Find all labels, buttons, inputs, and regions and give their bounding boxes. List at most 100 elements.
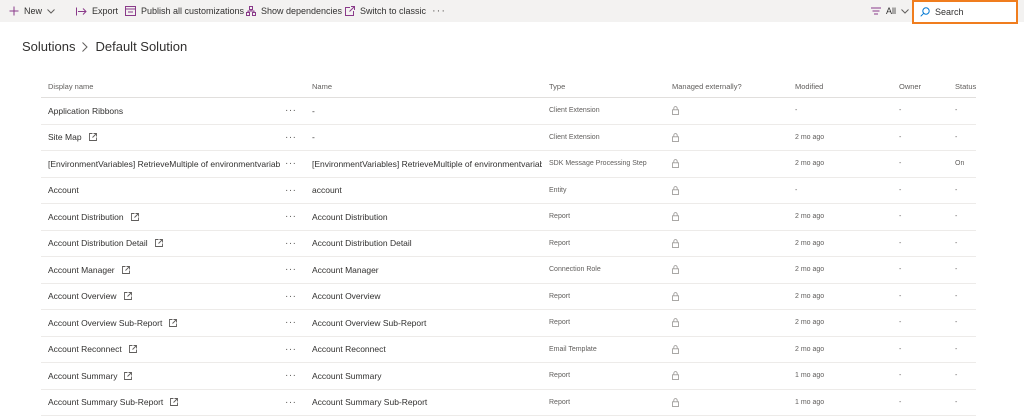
open-external-icon[interactable]: [131, 213, 139, 221]
open-external-icon[interactable]: [124, 372, 132, 380]
table-row[interactable]: Account Distribution ··· Account Distribut…: [41, 204, 976, 231]
owner-cell: -: [899, 390, 929, 416]
row-more-button[interactable]: ···: [285, 204, 301, 230]
row-more-button[interactable]: ···: [285, 178, 301, 204]
display-name-cell[interactable]: Account Manager: [48, 257, 280, 283]
new-button[interactable]: New: [9, 0, 55, 22]
row-more-button[interactable]: ···: [285, 125, 301, 151]
display-name-text[interactable]: Site Map: [48, 132, 82, 142]
managed-cell: [672, 125, 692, 151]
display-name-text[interactable]: Account Manager: [48, 265, 115, 275]
table-row[interactable]: Site Map···-Client Extension2 mo ago--: [41, 125, 976, 152]
display-name-cell[interactable]: Account Overview: [48, 284, 280, 310]
name-cell: -: [312, 125, 542, 151]
display-name-cell[interactable]: Site Map: [48, 125, 280, 151]
column-header-type[interactable]: Type: [549, 82, 565, 91]
type-cell: SDK Message Processing Step: [549, 151, 667, 177]
modified-cell: -: [795, 178, 875, 204]
search-input[interactable]: [935, 7, 1005, 17]
export-button[interactable]: Export: [76, 0, 118, 22]
display-name-text[interactable]: Account: [48, 185, 79, 195]
table-row[interactable]: Account Summary···Account SummaryReport1…: [41, 363, 976, 390]
display-name-cell[interactable]: Application Ribbons: [48, 98, 280, 124]
modified-cell: 2 mo ago: [795, 204, 875, 230]
column-header-display-name[interactable]: Display name: [48, 82, 93, 91]
row-more-button[interactable]: ···: [285, 151, 301, 177]
display-name-text[interactable]: Application Ribbons: [48, 106, 123, 116]
table-row[interactable]: [EnvironmentVariables] RetrieveMultiple …: [41, 151, 976, 178]
breadcrumb-solutions[interactable]: Solutions: [22, 39, 75, 54]
managed-cell: [672, 151, 692, 177]
row-more-button[interactable]: ···: [285, 257, 301, 283]
table-row[interactable]: Application Ribbons···-Client Extension-…: [41, 98, 976, 125]
open-external-icon[interactable]: [129, 345, 137, 353]
table-row[interactable]: Account Reconnect···Account ReconnectEma…: [41, 337, 976, 364]
open-external-icon[interactable]: [124, 292, 132, 300]
row-more-button[interactable]: ···: [285, 284, 301, 310]
dependencies-icon: [246, 6, 256, 16]
status-cell: -: [955, 125, 985, 151]
display-name-cell[interactable]: Account Reconnect: [48, 337, 280, 363]
status-cell: -: [955, 310, 985, 336]
column-header-modified[interactable]: Modified: [795, 82, 823, 91]
classic-label: Switch to classic: [360, 6, 426, 16]
table-body: Application Ribbons···-Client Extension-…: [41, 98, 976, 416]
display-name-text[interactable]: Account Distribution Detail: [48, 238, 148, 248]
owner-cell: -: [899, 257, 929, 283]
filter-all-dropdown[interactable]: All: [871, 0, 909, 22]
open-external-icon[interactable]: [170, 398, 178, 406]
display-name-cell[interactable]: Account Distribution: [48, 204, 280, 230]
table-row[interactable]: Account Manager···Account ManagerConnect…: [41, 257, 976, 284]
display-name-text[interactable]: Account Summary Sub-Report: [48, 397, 163, 407]
open-external-icon[interactable]: [89, 133, 97, 141]
table-row[interactable]: Account···accountEntity---: [41, 178, 976, 205]
publish-all-button[interactable]: Publish all customizations: [125, 0, 244, 22]
row-more-button[interactable]: ···: [285, 337, 301, 363]
status-cell: -: [955, 257, 985, 283]
display-name-cell[interactable]: Account: [48, 178, 280, 204]
status-cell: -: [955, 178, 985, 204]
display-name-cell[interactable]: Account Overview Sub-Report: [48, 310, 280, 336]
status-cell: -: [955, 390, 985, 416]
display-name-cell[interactable]: Account Distribution Detail: [48, 231, 280, 257]
chevron-down-icon[interactable]: [47, 9, 55, 14]
column-header-name[interactable]: Name: [312, 82, 332, 91]
show-dependencies-button[interactable]: Show dependencies: [246, 0, 342, 22]
command-bar: New Export Publish all customizations Sh…: [0, 0, 1024, 22]
row-more-button[interactable]: ···: [285, 231, 301, 257]
display-name-text[interactable]: [EnvironmentVariables] RetrieveMultiple …: [48, 159, 280, 169]
display-name-cell[interactable]: Account Summary: [48, 363, 280, 389]
column-header-managed[interactable]: Managed externally?: [672, 82, 742, 91]
display-name-text[interactable]: Account Summary: [48, 371, 117, 381]
row-more-button[interactable]: ···: [285, 98, 301, 124]
status-cell: -: [955, 284, 985, 310]
display-name-text[interactable]: Account Overview Sub-Report: [48, 318, 162, 328]
table-row[interactable]: Account Overview···Account OverviewRepor…: [41, 284, 976, 311]
display-name-cell[interactable]: Account Summary Sub-Report: [48, 390, 280, 416]
column-header-status[interactable]: Status: [955, 82, 976, 91]
open-external-icon[interactable]: [169, 319, 177, 327]
row-more-button[interactable]: ···: [285, 363, 301, 389]
display-name-cell[interactable]: [EnvironmentVariables] RetrieveMultiple …: [48, 151, 280, 177]
table-row[interactable]: Account Distribution Detail···Account Di…: [41, 231, 976, 258]
modified-cell: 2 mo ago: [795, 310, 875, 336]
display-name-text[interactable]: Account Reconnect: [48, 344, 122, 354]
name-cell: Account Distribution: [312, 204, 542, 230]
lock-icon: [672, 371, 679, 380]
owner-cell: -: [899, 151, 929, 177]
column-header-owner[interactable]: Owner: [899, 82, 921, 91]
open-external-icon[interactable]: [155, 239, 163, 247]
display-name-text[interactable]: Account Distribution: [48, 212, 124, 222]
table-row[interactable]: Account Summary Sub-Report···Account Sum…: [41, 390, 976, 416]
solution-components-table: Display name Name Type Managed externall…: [41, 78, 976, 416]
row-more-button[interactable]: ···: [285, 310, 301, 336]
open-external-icon[interactable]: [122, 266, 130, 274]
lock-icon: [672, 186, 679, 195]
switch-to-classic-button[interactable]: Switch to classic: [345, 0, 426, 22]
more-commands-button[interactable]: ···: [432, 0, 446, 22]
row-more-button[interactable]: ···: [285, 390, 301, 416]
display-name-text[interactable]: Account Overview: [48, 291, 117, 301]
managed-cell: [672, 284, 692, 310]
table-row[interactable]: Account Overview Sub-Report···Account Ov…: [41, 310, 976, 337]
search-box[interactable]: [912, 0, 1018, 24]
